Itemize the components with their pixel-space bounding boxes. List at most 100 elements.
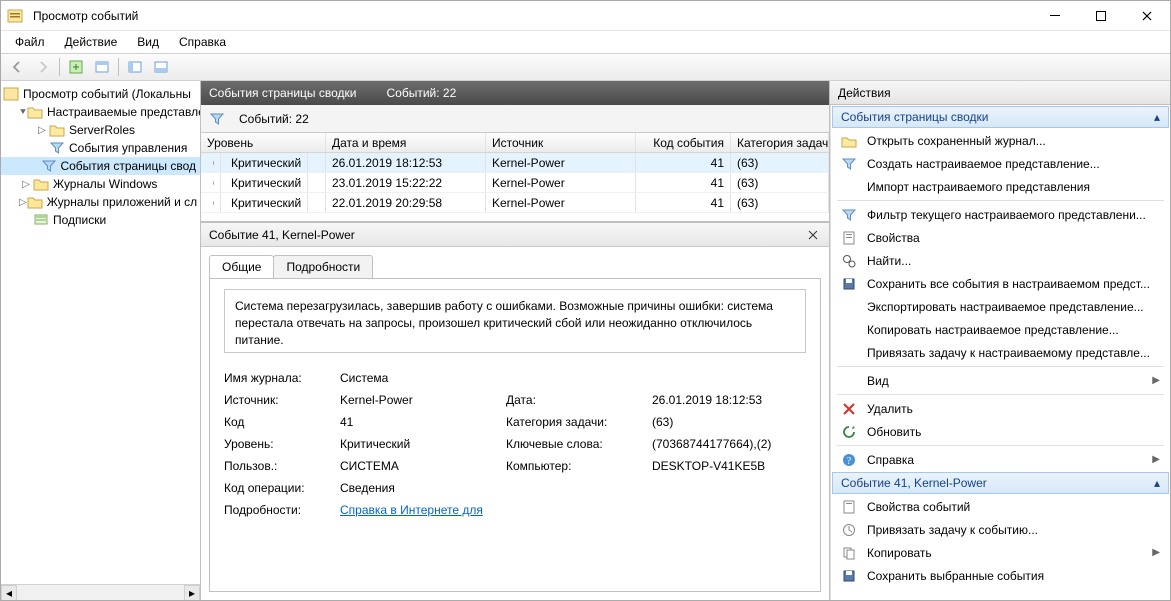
action-refresh[interactable]: Обновить bbox=[833, 420, 1168, 443]
col-date[interactable]: Дата и время bbox=[326, 133, 486, 152]
critical-icon bbox=[207, 153, 221, 172]
center-title: События страницы сводки bbox=[209, 86, 356, 100]
table-row[interactable]: Критический 26.01.2019 18:12:53 Kernel-P… bbox=[201, 153, 829, 173]
tree-server-roles[interactable]: ▷ ServerRoles bbox=[1, 121, 200, 139]
eventviewer-icon bbox=[3, 86, 19, 102]
twisty-open-icon[interactable]: ⯆ bbox=[19, 107, 27, 118]
subscription-icon bbox=[33, 212, 49, 228]
forward-button[interactable] bbox=[31, 56, 55, 78]
event-description: Система перезагрузилась, завершив работу… bbox=[224, 289, 806, 353]
action-properties[interactable]: Свойства bbox=[833, 226, 1168, 249]
twisty-closed-icon[interactable]: ▷ bbox=[35, 125, 49, 136]
minimize-button[interactable] bbox=[1032, 1, 1078, 30]
value-computer: DESKTOP-V41KE5B bbox=[652, 459, 806, 473]
tree-admin-events[interactable]: События управления bbox=[1, 139, 200, 157]
panel-button-2[interactable] bbox=[123, 56, 147, 78]
label-code: Код bbox=[224, 415, 334, 429]
tree-root[interactable]: Просмотр событий (Локальны bbox=[1, 85, 200, 103]
collapse-icon[interactable]: ▴ bbox=[1154, 476, 1160, 490]
filter-icon bbox=[49, 140, 65, 156]
value-level: Критический bbox=[340, 437, 500, 451]
action-attach-task-event[interactable]: Привязать задачу к событию... bbox=[833, 518, 1168, 541]
scroll-right-icon[interactable]: ▸ bbox=[184, 585, 200, 601]
collapse-icon[interactable]: ▴ bbox=[1154, 110, 1160, 124]
delete-icon bbox=[841, 401, 857, 417]
panel-button-3[interactable] bbox=[149, 56, 173, 78]
action-import-custom-view[interactable]: Импорт настраиваемого представления bbox=[833, 175, 1168, 198]
action-event-properties[interactable]: Свойства событий bbox=[833, 495, 1168, 518]
tab-details[interactable]: Подробности bbox=[273, 255, 373, 278]
value-category: (63) bbox=[652, 415, 806, 429]
label-date: Дата: bbox=[506, 393, 646, 407]
center-header: События страницы сводки Событий: 22 bbox=[201, 81, 829, 105]
tree-summary-events[interactable]: События страницы свод bbox=[1, 157, 200, 175]
folder-icon bbox=[33, 176, 49, 192]
table-row[interactable]: Критический 22.01.2019 20:29:58 Kernel-P… bbox=[201, 193, 829, 213]
label-computer: Компьютер: bbox=[506, 459, 646, 473]
table-row[interactable]: Критический 23.01.2019 15:22:22 Kernel-P… bbox=[201, 173, 829, 193]
window-title: Просмотр событий bbox=[33, 9, 138, 23]
col-source[interactable]: Источник bbox=[486, 133, 636, 152]
navigation-tree[interactable]: Просмотр событий (Локальны ⯆ Настраиваем… bbox=[1, 81, 201, 600]
tab-general[interactable]: Общие bbox=[209, 255, 274, 278]
tree-windows-logs[interactable]: ▷ Журналы Windows bbox=[1, 175, 200, 193]
actions-section-summary[interactable]: События страницы сводки ▴ bbox=[832, 106, 1169, 128]
action-copy-view[interactable]: Копировать настраиваемое представление..… bbox=[833, 318, 1168, 341]
events-table[interactable]: Уровень Дата и время Источник Код событи… bbox=[201, 133, 829, 223]
tree-app-logs[interactable]: ▷ Журналы приложений и сл bbox=[1, 193, 200, 211]
action-open-saved-log[interactable]: Открыть сохраненный журнал... bbox=[833, 129, 1168, 152]
action-view-submenu[interactable]: Вид▶ bbox=[833, 369, 1168, 392]
col-category[interactable]: Категория задачи bbox=[731, 133, 829, 152]
action-find[interactable]: Найти... bbox=[833, 249, 1168, 272]
action-filter-current[interactable]: Фильтр текущего настраиваемого представл… bbox=[833, 203, 1168, 226]
action-export-view[interactable]: Экспортировать настраиваемое представлен… bbox=[833, 295, 1168, 318]
menu-bar: Файл Действие Вид Справка bbox=[1, 31, 1170, 53]
actions-section-event[interactable]: Событие 41, Kernel-Power ▴ bbox=[832, 472, 1169, 494]
tree-subscriptions[interactable]: Подписки bbox=[1, 211, 200, 229]
menu-help[interactable]: Справка bbox=[171, 33, 234, 51]
show-tree-button[interactable] bbox=[64, 56, 88, 78]
action-delete[interactable]: Удалить bbox=[833, 397, 1168, 420]
menu-view[interactable]: Вид bbox=[129, 33, 167, 51]
tree-horizontal-scrollbar[interactable]: ◂ ▸ bbox=[1, 584, 200, 600]
action-save-all[interactable]: Сохранить все события в настраиваемом пр… bbox=[833, 272, 1168, 295]
chevron-right-icon: ▶ bbox=[1152, 375, 1160, 386]
value-opcode: Сведения bbox=[340, 481, 806, 495]
twisty-closed-icon[interactable]: ▷ bbox=[19, 197, 27, 208]
col-level[interactable]: Уровень bbox=[201, 133, 326, 152]
back-button[interactable] bbox=[5, 56, 29, 78]
close-button[interactable] bbox=[1124, 1, 1170, 30]
panel-button-1[interactable] bbox=[90, 56, 114, 78]
action-save-selected[interactable]: Сохранить выбранные события bbox=[833, 564, 1168, 587]
tree-custom-views[interactable]: ⯆ Настраиваемые представле bbox=[1, 103, 200, 121]
label-opcode: Код операции: bbox=[224, 481, 334, 495]
copy-icon bbox=[841, 545, 857, 561]
twisty-closed-icon[interactable]: ▷ bbox=[19, 179, 33, 190]
table-header[interactable]: Уровень Дата и время Источник Код событи… bbox=[201, 133, 829, 153]
scroll-left-icon[interactable]: ◂ bbox=[1, 585, 17, 601]
app-icon bbox=[7, 8, 23, 24]
filter-icon bbox=[209, 111, 225, 127]
value-keywords: (70368744177664),(2) bbox=[652, 437, 806, 451]
action-attach-task-view[interactable]: Привязать задачу к настраиваемому предст… bbox=[833, 341, 1168, 364]
col-code[interactable]: Код события bbox=[636, 133, 731, 152]
maximize-button[interactable] bbox=[1078, 1, 1124, 30]
help-icon: ? bbox=[841, 452, 857, 468]
action-help[interactable]: ?Справка▶ bbox=[833, 448, 1168, 471]
action-create-custom-view[interactable]: Создать настраиваемое представление... bbox=[833, 152, 1168, 175]
value-log: Система bbox=[340, 371, 806, 385]
save-icon bbox=[841, 568, 857, 584]
value-source: Kernel-Power bbox=[340, 393, 500, 407]
task-icon bbox=[841, 522, 857, 538]
online-help-link[interactable]: Справка в Интернете для bbox=[340, 503, 806, 517]
folder-icon bbox=[49, 122, 65, 138]
menu-action[interactable]: Действие bbox=[57, 33, 126, 51]
label-keywords: Ключевые слова: bbox=[506, 437, 646, 451]
detail-close-button[interactable] bbox=[805, 227, 821, 243]
menu-file[interactable]: Файл bbox=[7, 33, 53, 51]
action-copy-event[interactable]: Копировать▶ bbox=[833, 541, 1168, 564]
label-source: Источник: bbox=[224, 393, 334, 407]
critical-icon bbox=[207, 173, 221, 192]
label-user: Пользов.: bbox=[224, 459, 334, 473]
filter-icon bbox=[42, 158, 56, 174]
